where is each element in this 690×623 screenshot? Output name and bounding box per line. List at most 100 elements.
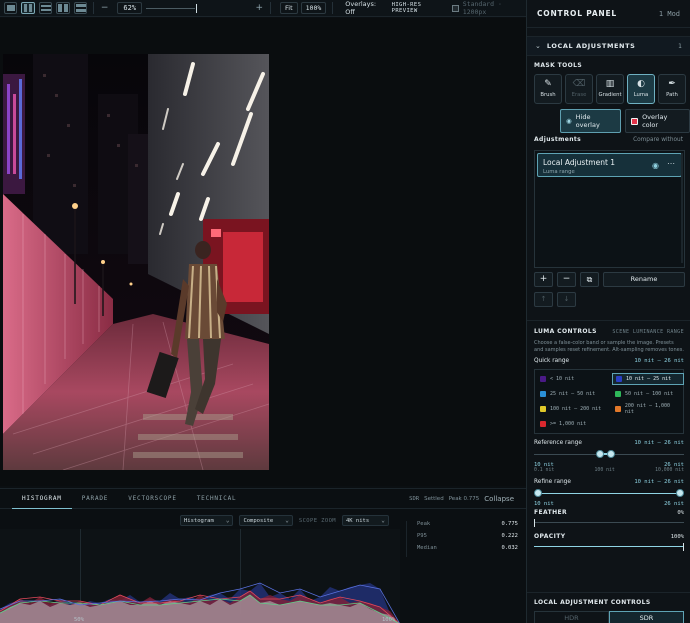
status-peak: Peak 0.775 xyxy=(448,495,480,502)
eye-icon: ◉ xyxy=(566,117,572,125)
reference-max: 10,000 nit xyxy=(655,468,684,473)
stat-value: 0.032 xyxy=(501,545,518,551)
scope-tabs: HISTOGRAM PARADE VECTORSCOPE TECHNICAL S… xyxy=(0,489,526,509)
range-swatch xyxy=(615,406,621,412)
overlay-color-button[interactable]: Overlay color xyxy=(625,109,690,133)
night-street-photo xyxy=(3,54,269,470)
luma-tool-button[interactable]: ◐ Luma xyxy=(627,74,655,104)
erase-tool-button[interactable]: ⌫ Erase xyxy=(565,74,593,104)
path-icon: ✒ xyxy=(668,79,676,89)
overlay-row: ◉ Hide overlay Overlay color xyxy=(560,109,690,133)
luma-controls: LUMA CONTROLS SCENE LUMINANCE RANGE Choo… xyxy=(527,320,690,551)
quick-range-option[interactable]: 50 nit – 100 nit xyxy=(612,388,684,400)
opacity-header: OPACITY 100% xyxy=(534,533,684,540)
tab-histogram[interactable]: HISTOGRAM xyxy=(12,489,72,509)
quick-range-option[interactable]: 100 nit – 200 nit xyxy=(537,403,609,415)
zoom-out-button[interactable]: − xyxy=(100,3,110,13)
lac-title: LOCAL ADJUSTMENT CONTROLS xyxy=(534,599,651,606)
path-tool-button[interactable]: ✒ Path xyxy=(658,74,686,104)
mask-tools-label: MASK TOOLS xyxy=(534,62,583,69)
reference-mid: 100 nit xyxy=(594,468,615,473)
zoom-slider-thumb[interactable] xyxy=(196,3,198,13)
luma-description: Choose a false-color band or sample the … xyxy=(534,340,684,353)
remove-adjustment-button[interactable]: − xyxy=(557,272,576,287)
section-count: 1 xyxy=(678,42,682,50)
refine-range-slider[interactable] xyxy=(534,487,684,499)
chevron-down-icon: ⌄ xyxy=(535,42,541,50)
scope-channel-value: Composite xyxy=(243,517,274,524)
quick-range-label: Quick range xyxy=(534,358,570,364)
list-scrollbar[interactable] xyxy=(681,153,683,263)
layout-split-horizontal-icon[interactable] xyxy=(38,2,53,14)
feather-slider[interactable] xyxy=(534,519,684,527)
mode-sdr[interactable]: SDR xyxy=(609,611,684,623)
tab-technical[interactable]: TECHNICAL xyxy=(187,489,247,509)
stat-value: 0.222 xyxy=(501,533,518,539)
zoom-in-button[interactable]: + xyxy=(255,3,265,13)
move-up-button[interactable]: ↑ xyxy=(534,292,553,307)
refine-high-handle[interactable] xyxy=(676,489,684,497)
quick-range-option[interactable]: 10 nit – 25 nit xyxy=(612,373,684,385)
hide-overlay-button[interactable]: ◉ Hide overlay xyxy=(560,109,622,133)
opacity-slider[interactable] xyxy=(534,543,684,551)
tool-label: Luma xyxy=(633,92,649,98)
layout-side-by-side-icon[interactable] xyxy=(56,2,70,14)
range-label: < 10 nit xyxy=(550,376,575,382)
scope-mode-select[interactable]: Histogram ⌄ xyxy=(180,515,234,526)
feather-handle[interactable] xyxy=(534,519,535,527)
opacity-handle[interactable] xyxy=(683,543,684,551)
preview-quality-label: Standard · 1200px xyxy=(462,0,502,16)
collapse-button[interactable]: Collapse xyxy=(484,495,514,503)
range-label: 25 nit – 50 nit xyxy=(550,391,596,397)
mode-hdr[interactable]: HDR xyxy=(534,611,609,623)
quick-range-option[interactable]: < 10 nit xyxy=(537,373,609,385)
local-adjustments-header[interactable]: ⌄ LOCAL ADJUSTMENTS 1 xyxy=(527,36,690,56)
status-settled: Settled xyxy=(424,495,444,502)
quick-range-option[interactable]: >= 1,000 nit xyxy=(537,418,609,430)
tab-parade[interactable]: PARADE xyxy=(72,489,118,509)
scope-status: SDR Settled Peak 0.775 Collapse xyxy=(409,495,526,503)
stat-row: P95 0.222 xyxy=(417,533,518,539)
list-item[interactable]: Local Adjustment 1 Luma range ◉ ⋯ xyxy=(537,153,682,177)
rename-button[interactable]: Rename xyxy=(603,272,685,287)
adjustments-list: Local Adjustment 1 Luma range ◉ ⋯ xyxy=(534,150,685,268)
quick-range-option[interactable]: 25 nit – 50 nit xyxy=(537,388,609,400)
tool-label: Erase xyxy=(571,92,587,98)
luma-controls-title: LUMA CONTROLS xyxy=(534,328,597,335)
reference-high-handle[interactable] xyxy=(606,450,615,458)
stat-label: Median xyxy=(417,545,437,551)
visibility-icon[interactable]: ◉ xyxy=(652,161,659,170)
layout-stacked-icon[interactable] xyxy=(73,2,87,14)
scope-stats: Peak 0.775 P95 0.222 Median 0.032 xyxy=(406,521,518,557)
quick-range-option[interactable]: 200 nit – 1,000 nit xyxy=(612,403,684,415)
reference-low-handle[interactable] xyxy=(596,450,604,458)
scope-zoom-select[interactable]: 4K nits ⌄ xyxy=(342,515,389,526)
layout-single-icon[interactable] xyxy=(4,2,18,14)
layout-split-vertical-icon[interactable] xyxy=(21,2,35,14)
duplicate-icon[interactable]: ⧉ xyxy=(580,272,599,287)
zoom-100-button[interactable]: 100% xyxy=(300,2,327,14)
more-options-icon[interactable]: ⋯ xyxy=(667,159,675,168)
add-adjustment-button[interactable]: + xyxy=(534,272,553,287)
fit-button[interactable]: Fit xyxy=(280,2,298,14)
move-down-button[interactable]: ↓ xyxy=(557,292,576,307)
zoom-value[interactable]: 62% xyxy=(117,2,143,14)
photo-preview xyxy=(3,54,269,470)
gradient-tool-button[interactable]: ▥ Gradient xyxy=(596,74,624,104)
zoom-slider[interactable] xyxy=(146,3,198,13)
overlays-toggle[interactable]: Overlays: Off xyxy=(345,0,385,16)
range-label: 10 nit – 25 nit xyxy=(626,376,672,382)
section-title: LOCAL ADJUSTMENTS xyxy=(546,42,636,50)
range-swatch xyxy=(540,421,546,427)
scope-channel-select[interactable]: Composite ⌄ xyxy=(239,515,293,526)
tab-vectorscope[interactable]: VECTORSCOPE xyxy=(118,489,187,509)
compare-without-button[interactable]: Compare without xyxy=(633,137,683,143)
hires-preview-checkbox[interactable] xyxy=(452,4,459,12)
range-label: 50 nit – 100 nit xyxy=(625,391,674,397)
brush-tool-button[interactable]: ✎ Brush xyxy=(534,74,562,104)
tool-label: Brush xyxy=(540,92,556,98)
refine-low-handle[interactable] xyxy=(534,489,542,497)
image-viewport[interactable] xyxy=(0,18,526,486)
quick-range-value: 10 nit – 26 nit xyxy=(634,358,684,364)
reference-range-slider[interactable] xyxy=(534,448,684,460)
